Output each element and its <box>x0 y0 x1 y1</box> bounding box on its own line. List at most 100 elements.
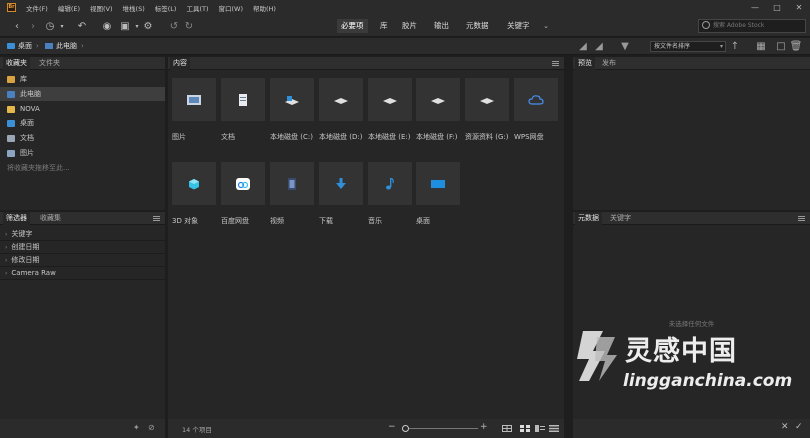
favorite-item-documents[interactable]: 文档 <box>0 131 165 145</box>
search-input[interactable]: 搜索 Adobe Stock <box>698 19 806 33</box>
workspace-metadata[interactable]: 元数据 <box>462 19 493 33</box>
chevron-right-icon: › <box>5 243 8 251</box>
chevron-down-icon[interactable]: ▾ <box>58 19 66 33</box>
trash-icon[interactable]: 🗑 <box>790 39 803 53</box>
tab-collections[interactable]: 收藏集 <box>37 212 64 225</box>
favorite-item-desktop[interactable]: 桌面 <box>0 116 165 130</box>
sort-dropdown[interactable]: 按文件名排序 ▾ <box>650 41 726 52</box>
path-bar: 桌面 › 此电脑 › ◢ ◢ ▼ 按文件名排序 ▾ ↑ ▦ □ 🗑 <box>0 38 810 55</box>
recent-icon[interactable]: ◷ <box>44 19 56 33</box>
zoom-out-icon[interactable]: − <box>388 422 396 432</box>
filter-camera-raw[interactable]: › Camera Raw <box>0 267 165 280</box>
camera-icon[interactable]: ◉ <box>101 19 113 33</box>
menu-tools[interactable]: 工具(T) <box>186 3 208 13</box>
workspace-libraries[interactable]: 库 <box>376 19 392 33</box>
quality-filter-icon[interactable]: ◢ <box>592 39 606 53</box>
gear-icon[interactable]: ⚙ <box>142 19 154 33</box>
tab-filter[interactable]: 筛选器 <box>3 212 30 225</box>
menu-view[interactable]: 视图(V) <box>90 3 113 13</box>
tab-content[interactable]: 内容 <box>170 57 190 70</box>
workspace-keywords[interactable]: 关键字 <box>503 19 534 33</box>
filter-date-modified[interactable]: › 修改日期 <box>0 254 165 267</box>
favorite-item-pictures[interactable]: 图片 <box>0 146 165 160</box>
breadcrumb-desktop[interactable]: 桌面 › <box>7 41 39 51</box>
cloud-icon <box>528 94 544 105</box>
content-item-documents[interactable] <box>221 78 265 121</box>
apply-icon[interactable]: ✓ <box>795 422 803 432</box>
window-controls: — □ ✕ <box>744 0 810 15</box>
content-item-3d-objects[interactable] <box>172 162 216 205</box>
library-icon <box>7 75 15 83</box>
menu-label[interactable]: 标签(L) <box>155 3 177 13</box>
rotate-right-icon[interactable]: ↻ <box>183 19 195 33</box>
sort-ascending-icon[interactable]: ↑ <box>730 39 740 53</box>
thumbnail-size-slider[interactable] <box>402 428 478 429</box>
content-item-drive-g[interactable] <box>465 78 509 121</box>
drive-icon <box>431 97 445 104</box>
clear-filter-icon[interactable]: ⊘ <box>148 423 155 432</box>
desktop-icon <box>431 179 445 188</box>
tab-folders[interactable]: 文件夹 <box>36 57 63 70</box>
panel-menu-icon[interactable] <box>552 61 559 66</box>
workspace-output[interactable]: 输出 <box>430 19 453 33</box>
cancel-icon[interactable]: ✕ <box>781 422 789 432</box>
content-item-label: 3D 对象 <box>172 217 199 225</box>
favorite-label: 文档 <box>20 134 34 142</box>
content-item-wps-cloud[interactable] <box>514 78 558 121</box>
workspace-filmstrip[interactable]: 胶片 <box>398 19 421 33</box>
breadcrumb-this-pc[interactable]: 此电脑 › <box>45 41 84 51</box>
tab-keywords[interactable]: 关键字 <box>607 212 634 225</box>
content-item-drive-c[interactable] <box>270 78 314 121</box>
maximize-icon[interactable]: □ <box>766 0 788 15</box>
content-item-music[interactable] <box>368 162 412 205</box>
favorite-item-library[interactable]: 库 <box>0 72 165 86</box>
tab-metadata[interactable]: 元数据 <box>575 212 602 225</box>
filter-date-created[interactable]: › 创建日期 <box>0 241 165 254</box>
pin-icon[interactable]: ✦ <box>133 423 140 432</box>
return-icon[interactable]: ↶ <box>76 19 88 33</box>
content-item-label: 本地磁盘 (E:) <box>368 133 411 141</box>
tab-preview[interactable]: 预览 <box>575 57 595 70</box>
watermark-logo-icon <box>577 331 617 381</box>
tab-publish[interactable]: 发布 <box>599 57 619 70</box>
content-item-label: 资源资料 (G:) <box>465 133 509 141</box>
content-item-drive-f[interactable] <box>416 78 460 121</box>
star-filter-icon[interactable]: ◢ <box>576 39 590 53</box>
content-item-videos[interactable] <box>270 162 314 205</box>
rotate-left-icon[interactable]: ↺ <box>168 19 180 33</box>
close-icon[interactable]: ✕ <box>788 0 810 15</box>
open-recent-icon[interactable]: ▦ <box>754 39 768 53</box>
content-item-label: 本地磁盘 (D:) <box>319 133 363 141</box>
menu-window[interactable]: 窗口(W) <box>218 3 243 13</box>
back-icon[interactable]: ‹ <box>12 19 22 33</box>
chevron-down-icon[interactable]: ▾ <box>133 19 141 33</box>
filter-keywords[interactable]: › 关键字 <box>0 228 165 241</box>
workspace-essentials[interactable]: 必要项 <box>337 19 368 33</box>
menu-help[interactable]: 帮助(H) <box>253 3 276 13</box>
tab-favorites[interactable]: 收藏夹 <box>3 57 30 70</box>
favorite-item-this-pc[interactable]: 此电脑 <box>0 87 165 101</box>
chevron-down-icon[interactable]: ⌄ <box>541 19 551 33</box>
favorite-item-nova[interactable]: NOVA <box>0 102 165 116</box>
minimize-icon[interactable]: — <box>744 0 766 15</box>
panel-menu-icon[interactable] <box>153 216 160 221</box>
watermark-brand: 灵感中国 <box>625 336 737 367</box>
filter-icon[interactable]: ▼ <box>618 39 632 53</box>
menu-edit[interactable]: 编辑(E) <box>58 3 80 13</box>
content-item-label: 图片 <box>172 133 186 141</box>
zoom-in-icon[interactable]: + <box>480 422 488 432</box>
refine-icon[interactable]: ▣ <box>118 19 132 33</box>
panel-menu-icon[interactable] <box>798 216 805 221</box>
content-item-drive-d[interactable] <box>319 78 363 121</box>
content-item-desktop[interactable] <box>416 162 460 205</box>
content-item-label: 视频 <box>270 217 284 225</box>
slider-handle[interactable] <box>402 425 409 432</box>
content-item-drive-e[interactable] <box>368 78 412 121</box>
forward-icon[interactable]: › <box>28 19 38 33</box>
content-item-pictures[interactable] <box>172 78 216 121</box>
content-item-baidu-netdisk[interactable] <box>221 162 265 205</box>
content-item-downloads[interactable] <box>319 162 363 205</box>
menu-stack[interactable]: 堆栈(S) <box>123 3 145 13</box>
menu-file[interactable]: 文件(F) <box>26 3 48 13</box>
new-folder-icon[interactable]: □ <box>776 39 786 53</box>
